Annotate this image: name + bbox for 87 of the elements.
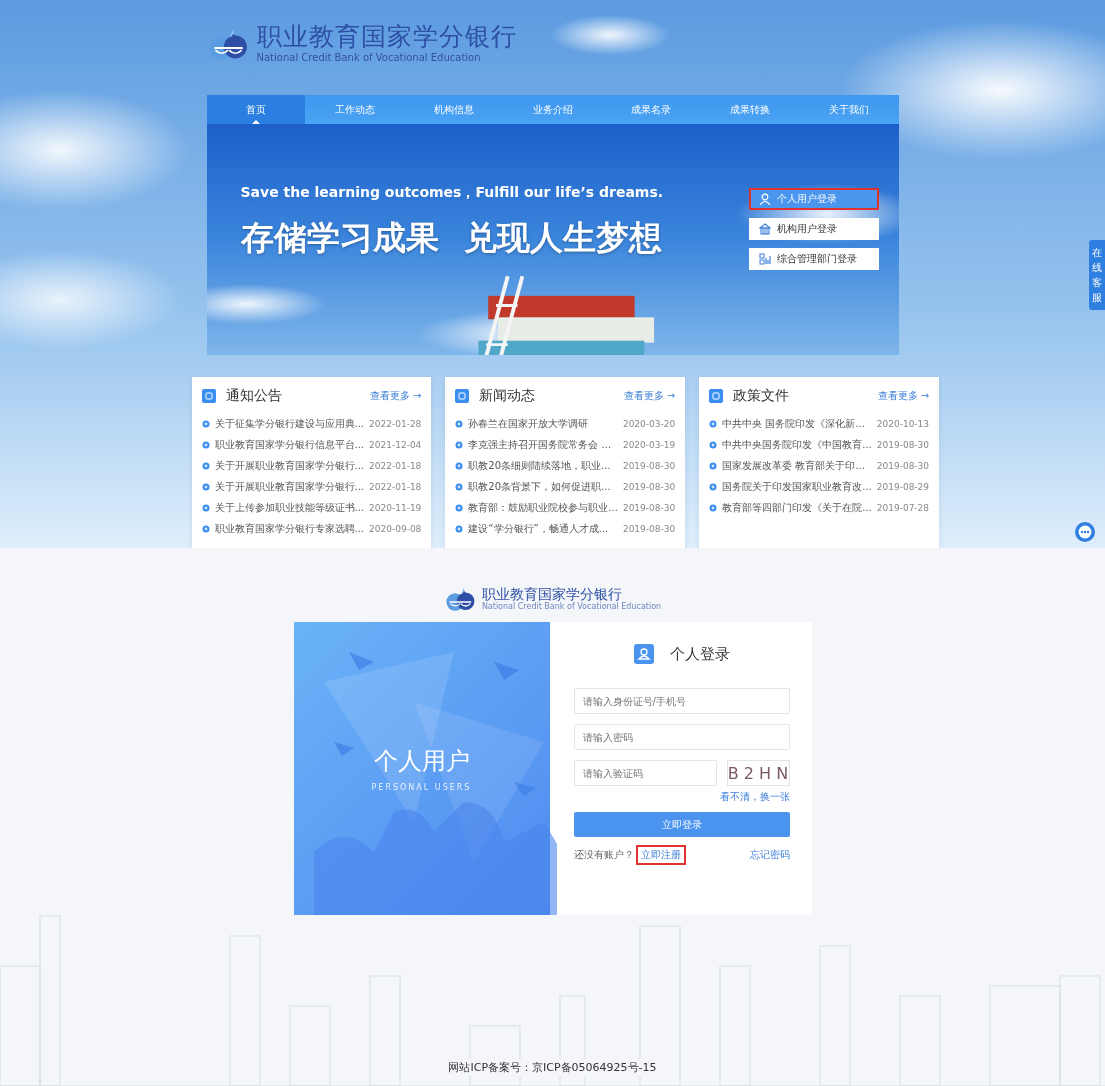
section-title: 新闻动态 — [479, 387, 536, 405]
news-date: 2019-08-30 — [622, 502, 676, 513]
bullet-icon — [201, 419, 210, 428]
news-link[interactable]: 关于上传参加职业技能等级证书... — [214, 500, 365, 515]
news-link[interactable]: 国家发展改革委 教育部关于印... — [722, 458, 872, 473]
section-icon — [709, 389, 724, 403]
news-date: 2022-01-28 — [369, 418, 422, 429]
news-date: 2020-11-19 — [369, 502, 422, 513]
news-link[interactable]: 职教20条背景下，如何促进职... — [468, 479, 618, 494]
view-more-link[interactable]: 查看更多 → — [877, 389, 930, 403]
news-link[interactable]: 职业教育国家学分银行信息平台... — [214, 437, 365, 452]
news-link[interactable]: 李克强主持召开国务院常务会 ... — [468, 437, 618, 452]
news-link[interactable]: 关于开展职业教育国家学分银行... — [214, 479, 365, 494]
nav-tab[interactable]: 首页 — [206, 95, 306, 124]
password-field[interactable]: 请输入密码 — [573, 724, 790, 750]
news-date: 2020-03-19 — [622, 439, 676, 450]
bullet-icon — [455, 482, 464, 491]
section-title: 政策文件 — [733, 387, 790, 405]
bullet-icon — [709, 503, 718, 512]
news-date: 2020-03-20 — [622, 418, 676, 429]
logo-icon — [443, 586, 476, 612]
bullet-icon — [455, 503, 464, 512]
section-icon — [201, 389, 216, 403]
forgot-password-link[interactable]: 忘记密码 — [749, 848, 790, 862]
news-date: 2019-08-29 — [876, 481, 930, 492]
chart-icon — [758, 253, 771, 265]
news-link[interactable]: 关于征集学分银行建设与应用典... — [214, 416, 365, 431]
section-title: 通知公告 — [225, 387, 282, 405]
panel-title: 个人用户 — [373, 746, 470, 777]
bullet-icon — [709, 419, 718, 428]
news-date: 2020-10-13 — [876, 418, 930, 429]
login-option-button[interactable]: 综合管理部门登录 — [748, 248, 879, 270]
news-link[interactable]: 职教20条细则陆续落地，职业... — [468, 458, 618, 473]
site-subtitle: National Credit Bank of Vocational Education — [256, 50, 482, 64]
person-icon — [758, 193, 771, 205]
banner-tagline: Save the learning outcomes，Fulfill our life’s dreams. — [240, 184, 665, 202]
section-icon — [455, 389, 470, 403]
news-link[interactable]: 教育部等四部门印发《关于在院... — [722, 500, 872, 515]
news-date: 2019-08-30 — [876, 460, 930, 471]
login-option-button[interactable]: 机构用户登录 — [748, 218, 879, 240]
site-title: 职业教育国家学分银行 — [256, 23, 517, 51]
bullet-icon — [709, 440, 718, 449]
bullet-icon — [201, 461, 210, 470]
news-link[interactable]: 孙春兰在国家开放大学调研 — [468, 416, 618, 431]
bullet-icon — [709, 461, 718, 470]
captcha-image[interactable]: B 2 H N — [726, 760, 790, 786]
news-link[interactable]: 关于开展职业教育国家学分银行... — [214, 458, 365, 473]
panel-subtitle: PERSONAL USERS — [371, 783, 472, 792]
news-date: 2019-08-30 — [622, 523, 676, 534]
banner-slogan: 存储学习成果 兑现人生梦想 — [240, 217, 663, 259]
bullet-icon — [201, 482, 210, 491]
news-date: 2019-07-28 — [876, 502, 930, 513]
view-more-link[interactable]: 查看更多 → — [623, 389, 676, 403]
online-service-tab[interactable]: 在线客服 — [1089, 240, 1105, 310]
news-date: 2022-01-18 — [369, 481, 422, 492]
user-icon — [633, 644, 654, 664]
form-title: 个人登录 — [669, 644, 730, 664]
news-link[interactable]: 建设“学分银行”，畅通人才成... — [468, 521, 618, 536]
news-link[interactable]: 中共中央国务院印发《中国教育... — [722, 437, 872, 452]
view-more-link[interactable]: 查看更多 → — [369, 389, 422, 403]
bullet-icon — [709, 482, 718, 491]
news-link[interactable]: 教育部：鼓励职业院校参与职业... — [468, 500, 618, 515]
site-title: 职业教育国家学分银行 — [481, 586, 623, 602]
site-subtitle: National Credit Bank of Vocational Education — [481, 602, 662, 612]
register-prompt: 还没有账户？ — [573, 848, 634, 862]
chat-icon[interactable] — [1074, 521, 1096, 543]
bullet-icon — [455, 419, 464, 428]
bullet-icon — [201, 440, 210, 449]
news-date: 2020-09-08 — [369, 523, 422, 534]
bullet-icon — [455, 440, 464, 449]
news-link[interactable]: 职业教育国家学分银行专家选聘... — [214, 521, 365, 536]
refresh-captcha-link[interactable]: 看不清，换一张 — [719, 790, 790, 804]
captcha-field[interactable]: 请输入验证码 — [573, 760, 717, 786]
bullet-icon — [455, 524, 464, 533]
building-icon — [758, 223, 771, 235]
news-link[interactable]: 中共中央 国务院印发《深化新... — [722, 416, 872, 431]
bullet-icon — [201, 503, 210, 512]
news-date: 2019-08-30 — [622, 460, 676, 471]
bullet-icon — [455, 461, 464, 470]
news-date: 2022-01-18 — [369, 460, 422, 471]
news-date: 2021-12-04 — [369, 439, 422, 450]
account-field[interactable]: 请输入身份证号/手机号 — [573, 688, 790, 714]
bullet-icon — [201, 524, 210, 533]
news-link[interactable]: 国务院关于印发国家职业教育改... — [722, 479, 872, 494]
news-date: 2019-08-30 — [622, 481, 676, 492]
news-date: 2019-08-30 — [876, 439, 930, 450]
register-link[interactable]: 立即注册 — [635, 845, 686, 865]
